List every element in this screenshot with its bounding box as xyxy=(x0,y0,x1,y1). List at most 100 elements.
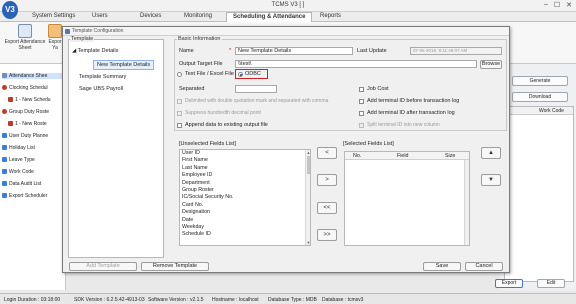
list-item[interactable]: Employee ID xyxy=(180,172,310,179)
tree-new-template-details[interactable]: New Template Details xyxy=(93,60,155,70)
menu-reports[interactable]: Reports xyxy=(320,13,341,19)
minimize-icon[interactable]: – xyxy=(544,1,548,9)
tree-template-details[interactable]: ◢ Template Details xyxy=(72,48,118,54)
nav-new-schedule[interactable]: 1 - New Schedu xyxy=(8,97,70,103)
menu-monitoring[interactable]: Monitoring xyxy=(184,13,212,19)
nav-attendance-sheet[interactable]: Attendance Shee xyxy=(2,73,64,79)
text-file-radio[interactable] xyxy=(177,72,182,77)
holiday-icon xyxy=(2,145,7,150)
delimited-checkbox[interactable] xyxy=(177,99,182,104)
output-target-field[interactable]: \\test\ xyxy=(235,60,477,68)
move-down-button[interactable]: ▼ xyxy=(481,174,501,186)
unselected-fields-label: [Unselected Fields List] xyxy=(179,141,236,147)
nav-group-duty-roster[interactable]: Group Duty Roste xyxy=(2,109,64,115)
cancel-button[interactable]: Cancel xyxy=(465,262,503,271)
download-button[interactable]: Download xyxy=(512,92,568,102)
work-code-icon xyxy=(2,169,7,174)
nav-work-code[interactable]: Work Code xyxy=(2,169,64,175)
tree-template-summary[interactable]: Template Summary xyxy=(79,74,126,80)
scroll-down-icon[interactable]: ▼ xyxy=(306,240,310,245)
list-item[interactable]: Last Name xyxy=(180,165,310,172)
unselected-fields-list[interactable]: User ID First Name Last Name Employee ID… xyxy=(179,149,311,246)
append-data-checkbox[interactable] xyxy=(177,123,182,128)
roster-icon xyxy=(2,109,7,114)
sheet-icon xyxy=(2,73,7,78)
menu-scheduling-attendance[interactable]: Scheduling & Attendance xyxy=(226,12,313,22)
col-no-header[interactable]: No. xyxy=(353,153,361,159)
remove-template-button[interactable]: Remove Template xyxy=(141,262,209,271)
status-login-duration: Login Duration : 03:18:00 xyxy=(4,297,61,303)
dialog-title: Template Configuration xyxy=(72,28,124,34)
export-button[interactable]: Export xyxy=(495,279,523,288)
browse-button[interactable]: Browse xyxy=(480,60,502,69)
nav-clocking-schedule[interactable]: Clocking Schedul xyxy=(2,85,64,91)
move-right-button[interactable]: > xyxy=(317,174,337,186)
list-item[interactable]: Weekday xyxy=(180,224,310,231)
selected-fields-header: No. Field Size xyxy=(345,152,469,160)
move-left-button[interactable]: < xyxy=(317,147,337,159)
col-size-header[interactable]: Size xyxy=(445,153,455,159)
left-nav-panel: Attendance Shee Clocking Schedul 1 - New… xyxy=(0,64,66,290)
export-year-button[interactable]: Expor Ya xyxy=(48,24,62,51)
list-item[interactable]: Department xyxy=(180,180,310,187)
selected-fields-label: [Selected Fields List] xyxy=(343,141,394,147)
delimited-label: Delimited with double quotation mark and… xyxy=(185,98,329,104)
scroll-thumb[interactable] xyxy=(307,156,310,174)
unselected-scrollbar[interactable]: ▲ ▼ xyxy=(305,150,310,245)
list-item[interactable]: Group Roster xyxy=(180,187,310,194)
status-database: Database : tcmsv3 xyxy=(322,297,364,303)
add-terminal-before-label: Add terminal ID before transaction log xyxy=(367,98,460,104)
list-item[interactable]: Schedule ID xyxy=(180,231,310,238)
add-terminal-after-checkbox[interactable] xyxy=(359,111,364,116)
nav-holiday-list[interactable]: Holiday List xyxy=(2,145,64,151)
add-terminal-before-checkbox[interactable] xyxy=(359,99,364,104)
edit-button[interactable]: Edit xyxy=(537,279,565,288)
list-item[interactable]: User ID xyxy=(180,150,310,157)
selected-scrollbar[interactable] xyxy=(464,160,469,245)
nav-data-audit-list[interactable]: Data Audit List xyxy=(2,181,64,187)
odbc-radio[interactable] xyxy=(238,72,243,77)
selected-fields-grid[interactable]: No. Field Size xyxy=(344,151,470,246)
list-item[interactable]: First Name xyxy=(180,157,310,164)
list-item[interactable]: Date xyxy=(180,217,310,224)
generate-button[interactable]: Generate xyxy=(512,76,568,86)
tree-sage-ubs-payroll[interactable]: Sage UBS Payroll xyxy=(79,86,123,92)
separated-field[interactable] xyxy=(235,85,277,93)
move-all-left-button[interactable]: << xyxy=(317,202,337,214)
col-field-header[interactable]: Field xyxy=(397,153,408,159)
menu-devices[interactable]: Devices xyxy=(140,13,161,19)
split-terminal-checkbox[interactable] xyxy=(359,123,364,128)
clock-icon xyxy=(2,85,7,90)
last-update-label: Last Update xyxy=(357,48,387,54)
list-item[interactable]: IC/Social Security No. xyxy=(180,194,310,201)
save-button[interactable]: Save xyxy=(423,262,461,271)
menu-system-settings[interactable]: System Settings xyxy=(32,13,75,19)
list-item[interactable]: Designation xyxy=(180,209,310,216)
name-field[interactable]: New Template Details xyxy=(235,47,353,55)
audit-icon xyxy=(2,181,7,186)
status-sdk-version: SDK Version : 6.2.5.42-4913-03 xyxy=(74,297,145,303)
right-panel: Generate Download Work Code xyxy=(500,64,576,290)
app-logo: V3 xyxy=(2,1,18,19)
close-icon[interactable]: ✕ xyxy=(566,1,572,9)
template-tree: ◢ Template Details New Template Details … xyxy=(68,39,164,258)
menu-users[interactable]: Users xyxy=(92,13,108,19)
suppress-decimal-checkbox[interactable] xyxy=(177,111,182,116)
maximize-icon[interactable]: ☐ xyxy=(554,1,560,9)
nav-export-scheduler[interactable]: Export Scheduler xyxy=(2,193,64,199)
move-all-right-button[interactable]: >> xyxy=(317,229,337,241)
last-update-field: 07-05-2018, 9:11:48:07 AM xyxy=(410,47,502,55)
status-hostname: Hostname : localhost xyxy=(212,297,259,303)
list-item[interactable]: Card No. xyxy=(180,202,310,209)
nav-user-duty-planner[interactable]: User Duty Planne xyxy=(2,133,64,139)
job-cost-checkbox[interactable] xyxy=(359,87,364,92)
scroll-up-icon[interactable]: ▲ xyxy=(306,150,310,155)
nav-new-roster[interactable]: 1 - New Roste xyxy=(8,121,70,127)
export-attendance-sheet-button[interactable]: Export Attendance Sheet xyxy=(3,24,47,51)
add-template-button[interactable]: Add Template xyxy=(69,262,137,271)
template-group-label: Template xyxy=(70,36,95,42)
nav-leave-type[interactable]: Leave Type xyxy=(2,157,64,163)
status-software-version: Software Version : v2.1.5 xyxy=(148,297,204,303)
work-code-column-header[interactable]: Work Code xyxy=(505,107,573,115)
move-up-button[interactable]: ▲ xyxy=(481,147,501,159)
